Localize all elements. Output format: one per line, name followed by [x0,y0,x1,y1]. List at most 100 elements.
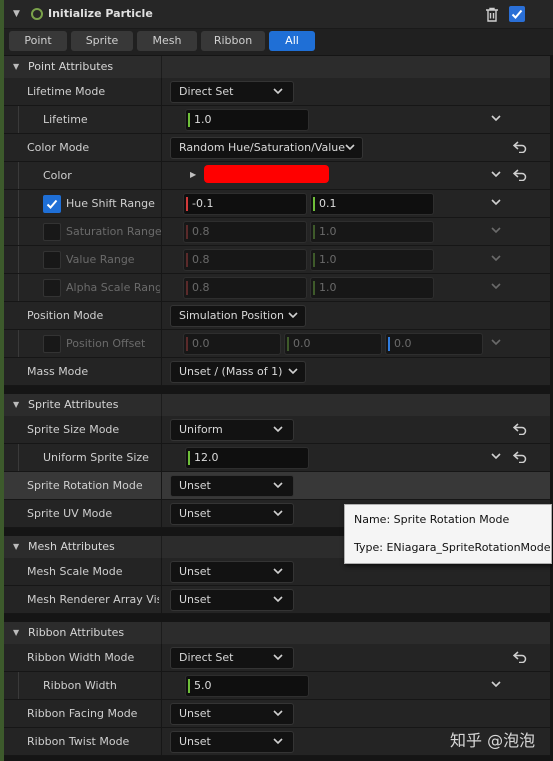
filter-tabs: Point Sprite Mesh Ribbon All [4,29,553,55]
dropdown-value: Simulation Position [179,309,284,322]
input-value: 0.0 [192,337,210,350]
module-title: Initialize Particle [48,7,153,20]
row-value-range: Value Range 0.8 1.0 [4,246,550,274]
position-offset-checkbox[interactable] [43,335,61,353]
row-hue-shift-range: Hue Shift Range -0.1 0.1 [4,190,550,218]
tooltip-name: Name: Sprite Rotation Mode [354,513,510,526]
category-ribbon-attributes[interactable]: ▼ Ribbon Attributes [4,622,550,645]
expand-arrow-icon[interactable]: ▶ [190,170,196,179]
collapse-chevron-icon[interactable]: ▼ [13,542,19,551]
position-offset-y-input[interactable]: 0.0 [284,333,382,355]
row-uniform-sprite-size: Uniform Sprite Size 12.0 [4,444,550,472]
reset-to-default-icon[interactable] [513,451,527,463]
reset-to-default-icon[interactable] [513,169,527,181]
row-sprite-size-mode: Sprite Size Mode Uniform [4,416,550,444]
row-position-offset: Position Offset 0.0 0.0 0.0 [4,330,550,358]
tab-point[interactable]: Point [9,31,67,51]
chevron-down-icon[interactable] [491,227,501,234]
input-value: 1.0 [319,253,337,266]
chevron-down-icon [273,510,283,517]
input-value: 0.0 [293,337,311,350]
property-label: Sprite UV Mode [27,507,113,520]
position-offset-x-input[interactable]: 0.0 [183,333,281,355]
saturation-range-checkbox[interactable] [43,223,61,241]
category-title: Ribbon Attributes [28,626,125,639]
reset-to-default-icon[interactable] [513,423,527,435]
collapse-chevron-icon[interactable]: ▼ [13,9,20,19]
property-label: Uniform Sprite Size [43,451,149,464]
input-value: 0.0 [394,337,412,350]
color-mode-dropdown[interactable]: Random Hue/Saturation/Value [170,137,363,159]
mesh-renderer-array-visibility-dropdown[interactable]: Unset [170,589,294,611]
position-offset-z-input[interactable]: 0.0 [385,333,483,355]
value-max-input[interactable]: 1.0 [310,249,434,271]
saturation-min-input[interactable]: 0.8 [183,221,307,243]
chevron-down-icon[interactable] [491,255,501,262]
category-sprite-attributes[interactable]: ▼ Sprite Attributes [4,394,550,417]
tab-sprite[interactable]: Sprite [71,31,133,51]
property-label: Mass Mode [27,365,89,378]
hue-shift-max-input[interactable]: 0.1 [310,193,434,215]
hue-shift-range-checkbox[interactable] [43,195,61,213]
tab-mesh[interactable]: Mesh [137,31,197,51]
module-enabled-checkbox[interactable] [509,6,525,22]
row-alpha-scale-range: Alpha Scale Range 0.8 1.0 [4,274,550,302]
checkmark-icon [509,6,525,22]
row-color: Color ▶ [4,162,550,190]
dropdown-value: Direct Set [179,651,234,664]
chevron-down-icon[interactable] [491,453,501,460]
ribbon-facing-mode-dropdown[interactable]: Unset [170,703,294,725]
property-label: Saturation Range [66,225,162,238]
property-label: Lifetime Mode [27,85,106,98]
chevron-down-icon[interactable] [491,283,501,290]
saturation-max-input[interactable]: 1.0 [310,221,434,243]
ribbon-width-input[interactable]: 5.0 [185,675,309,697]
sprite-size-mode-dropdown[interactable]: Uniform [170,419,294,441]
sprite-rotation-mode-dropdown[interactable]: Unset [170,475,294,497]
lifetime-mode-dropdown[interactable]: Direct Set [170,81,294,103]
position-mode-dropdown[interactable]: Simulation Position [170,305,306,327]
property-label: Mesh Scale Mode [27,565,123,578]
alpha-scale-range-checkbox[interactable] [43,279,61,297]
collapse-chevron-icon[interactable]: ▼ [13,628,19,637]
alpha-scale-max-input[interactable]: 1.0 [310,277,434,299]
ribbon-twist-mode-dropdown[interactable]: Unset [170,731,294,753]
category-point-attributes[interactable]: ▼ Point Attributes [4,56,550,79]
reset-to-default-icon[interactable] [513,141,527,153]
tab-ribbon[interactable]: Ribbon [201,31,265,51]
dropdown-value: Unset [179,507,211,520]
mass-mode-dropdown[interactable]: Unset / (Mass of 1) [170,361,306,383]
chevron-down-icon [273,482,283,489]
dropdown-value: Unset / (Mass of 1) [179,365,283,378]
watermark: 知乎 @泡泡 [450,731,536,750]
reset-to-default-icon[interactable] [513,651,527,663]
value-min-input[interactable]: 0.8 [183,249,307,271]
property-label: Ribbon Width [43,679,117,692]
dropdown-value: Unset [179,593,211,606]
lifetime-input[interactable]: 1.0 [185,109,309,131]
delete-icon[interactable] [485,7,499,22]
chevron-down-icon [273,88,283,95]
module-header[interactable]: ▼ Initialize Particle [4,0,553,29]
tab-all[interactable]: All [269,31,315,51]
hue-shift-min-input[interactable]: -0.1 [183,193,307,215]
tooltip-type: Type: ENiagara_SpriteRotationMode [354,541,551,554]
collapse-chevron-icon[interactable]: ▼ [13,62,19,71]
chevron-down-icon[interactable] [491,171,501,178]
collapse-chevron-icon[interactable]: ▼ [13,400,19,409]
uniform-sprite-size-input[interactable]: 12.0 [185,447,309,469]
alpha-scale-min-input[interactable]: 0.8 [183,277,307,299]
chevron-down-icon [273,596,283,603]
chevron-down-icon[interactable] [491,115,501,122]
chevron-down-icon[interactable] [491,199,501,206]
color-swatch[interactable] [204,165,329,183]
dropdown-value: Unset [179,565,211,578]
sprite-uv-mode-dropdown[interactable]: Unset [170,503,294,525]
ribbon-width-mode-dropdown[interactable]: Direct Set [170,647,294,669]
mesh-scale-mode-dropdown[interactable]: Unset [170,561,294,583]
input-value: 12.0 [194,451,219,464]
chevron-down-icon[interactable] [491,681,501,688]
value-range-checkbox[interactable] [43,251,61,269]
chevron-down-icon[interactable] [491,339,501,346]
property-label: Ribbon Twist Mode [27,735,130,748]
